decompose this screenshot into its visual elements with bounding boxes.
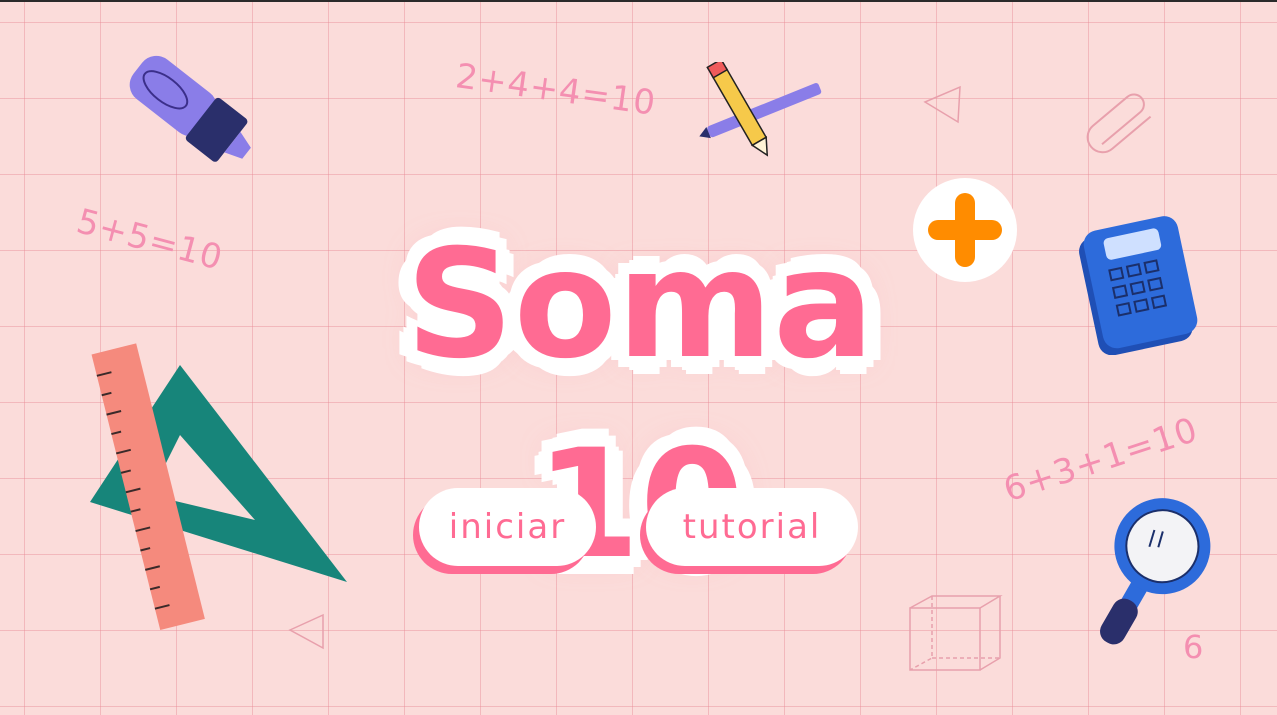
start-button[interactable]: iniciar (419, 488, 596, 566)
magnifier-icon (1100, 498, 1211, 645)
paperclip-icon (1086, 93, 1152, 154)
highlighter-icon (129, 55, 251, 162)
title-container: Soma 10 (320, 205, 960, 592)
tutorial-button[interactable]: tutorial (646, 488, 858, 566)
triangle-outline-icon (923, 85, 961, 124)
ruler-icon (91, 343, 205, 631)
game-title: Soma 10 (405, 218, 875, 592)
calculator-icon (1079, 216, 1198, 355)
pencil-icon (699, 62, 822, 157)
triangle-outline-icon (288, 613, 324, 650)
cube-outline-icon (909, 595, 1003, 671)
plus-badge-icon (913, 178, 1017, 282)
